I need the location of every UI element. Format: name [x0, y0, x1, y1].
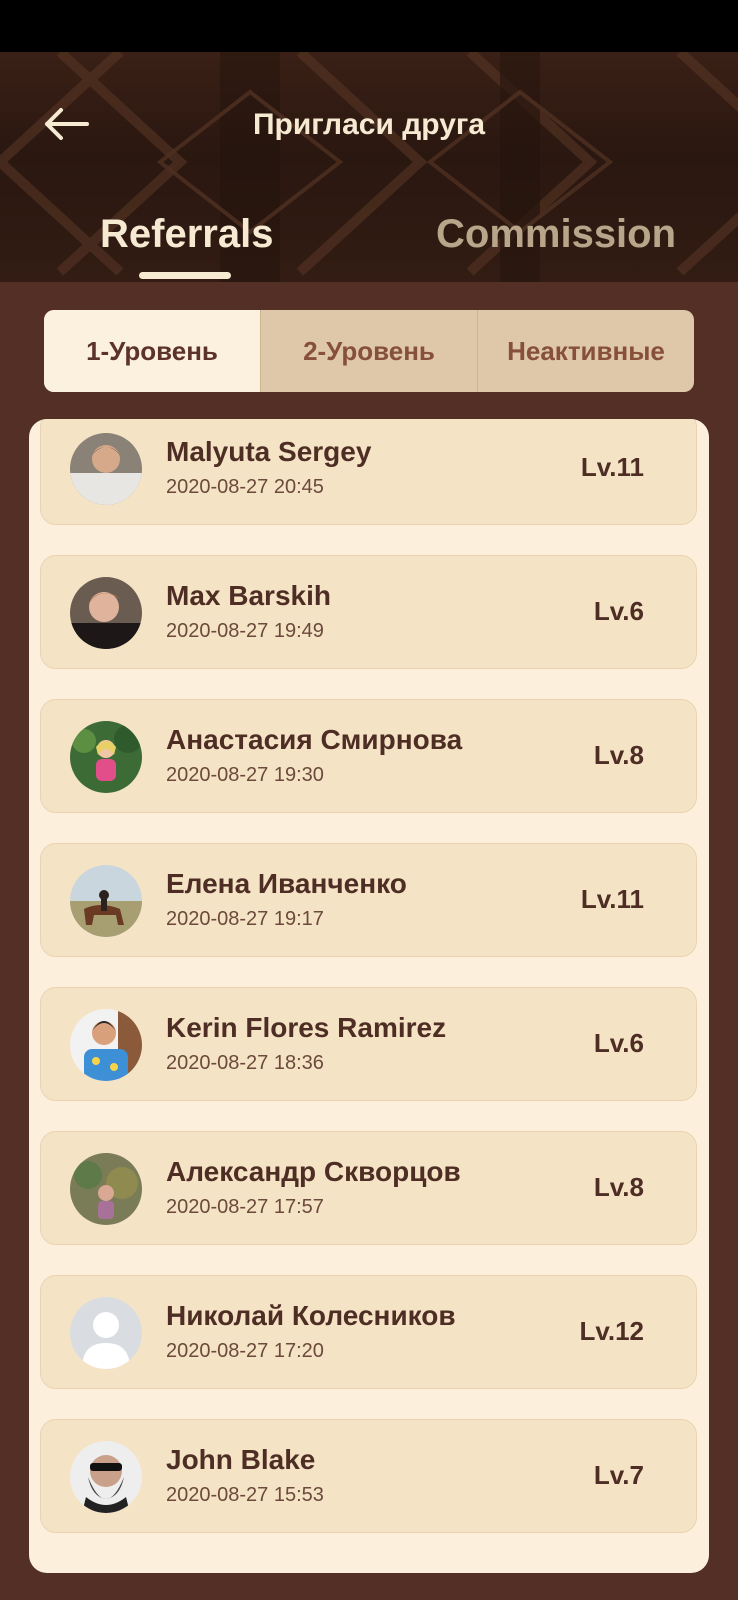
avatar: [70, 577, 142, 649]
tab-level-1[interactable]: 1-Уровень: [44, 310, 260, 392]
referral-name: Max Barskih: [166, 580, 331, 611]
list-item[interactable]: Александр Скворцов 2020-08-27 17:57 Lv.8: [40, 1131, 697, 1245]
avatar: [70, 721, 142, 793]
referral-name: Александр Скворцов: [166, 1156, 461, 1187]
referral-name: Анастасия Смирнова: [166, 724, 463, 755]
referral-level: Lv.7: [593, 1460, 644, 1490]
avatar: [70, 1009, 142, 1081]
tab-level-2[interactable]: 2-Уровень: [260, 310, 477, 392]
referral-level: Lv.6: [593, 596, 644, 626]
main-tabs: Referrals Commission: [0, 212, 738, 282]
referral-level: Lv.11: [580, 884, 644, 914]
avatar: [70, 433, 142, 505]
referral-level: Lv.6: [593, 1028, 644, 1058]
referral-list[interactable]: Malyuta Sergey 2020-08-27 20:45 Lv.11 Ma…: [29, 419, 709, 1573]
referral-date: 2020-08-27 17:57: [166, 1196, 324, 1218]
list-item[interactable]: Анастасия Смирнова 2020-08-27 19:30 Lv.8: [40, 699, 697, 813]
list-item[interactable]: Malyuta Sergey 2020-08-27 20:45 Lv.11: [40, 419, 697, 525]
referral-name: Malyuta Sergey: [166, 436, 372, 467]
referral-date: 2020-08-27 18:36: [166, 1052, 324, 1074]
screen: Пригласи друга Referrals Commission 1-Ур…: [0, 0, 738, 1600]
list-item[interactable]: John Blake 2020-08-27 15:53 Lv.7: [40, 1419, 697, 1533]
list-item[interactable]: Kerin Flores Ramirez 2020-08-27 18:36 Lv…: [40, 987, 697, 1101]
status-bar: [0, 0, 738, 52]
referral-date: 2020-08-27 20:45: [166, 476, 324, 498]
list-item[interactable]: Николай Колесников 2020-08-27 17:20 Lv.1…: [40, 1275, 697, 1389]
referral-level: Lv.8: [593, 740, 644, 770]
level-tabs: 1-Уровень 2-Уровень Неактивные: [44, 310, 694, 392]
tab-inactive[interactable]: Неактивные: [477, 310, 694, 392]
referral-name: Елена Иванченко: [166, 868, 407, 899]
avatar: [70, 865, 142, 937]
tab-commission[interactable]: Commission: [436, 212, 676, 257]
tab-referrals[interactable]: Referrals: [100, 212, 273, 257]
referral-date: 2020-08-27 17:20: [166, 1340, 324, 1362]
referral-date: 2020-08-27 19:49: [166, 620, 324, 642]
avatar: [70, 1297, 142, 1369]
referral-name: Kerin Flores Ramirez: [166, 1012, 447, 1043]
page-title: Пригласи друга: [252, 108, 486, 141]
list-item[interactable]: Елена Иванченко 2020-08-27 19:17 Lv.11: [40, 843, 697, 957]
referral-name: Николай Колесников: [166, 1300, 456, 1331]
referral-level: Lv.11: [580, 452, 644, 482]
header: Пригласи друга Referrals Commission: [0, 52, 738, 282]
list-item[interactable]: Max Barskih 2020-08-27 19:49 Lv.6: [40, 555, 697, 669]
referral-level: Lv.8: [593, 1172, 644, 1202]
active-tab-indicator: [139, 272, 231, 279]
referral-date: 2020-08-27 19:30: [166, 764, 324, 786]
referral-name: John Blake: [166, 1444, 316, 1475]
referral-date: 2020-08-27 19:17: [166, 908, 324, 930]
avatar: [70, 1441, 142, 1513]
referral-level: Lv.12: [579, 1316, 644, 1346]
referral-date: 2020-08-27 15:53: [166, 1484, 324, 1506]
avatar: [70, 1153, 142, 1225]
